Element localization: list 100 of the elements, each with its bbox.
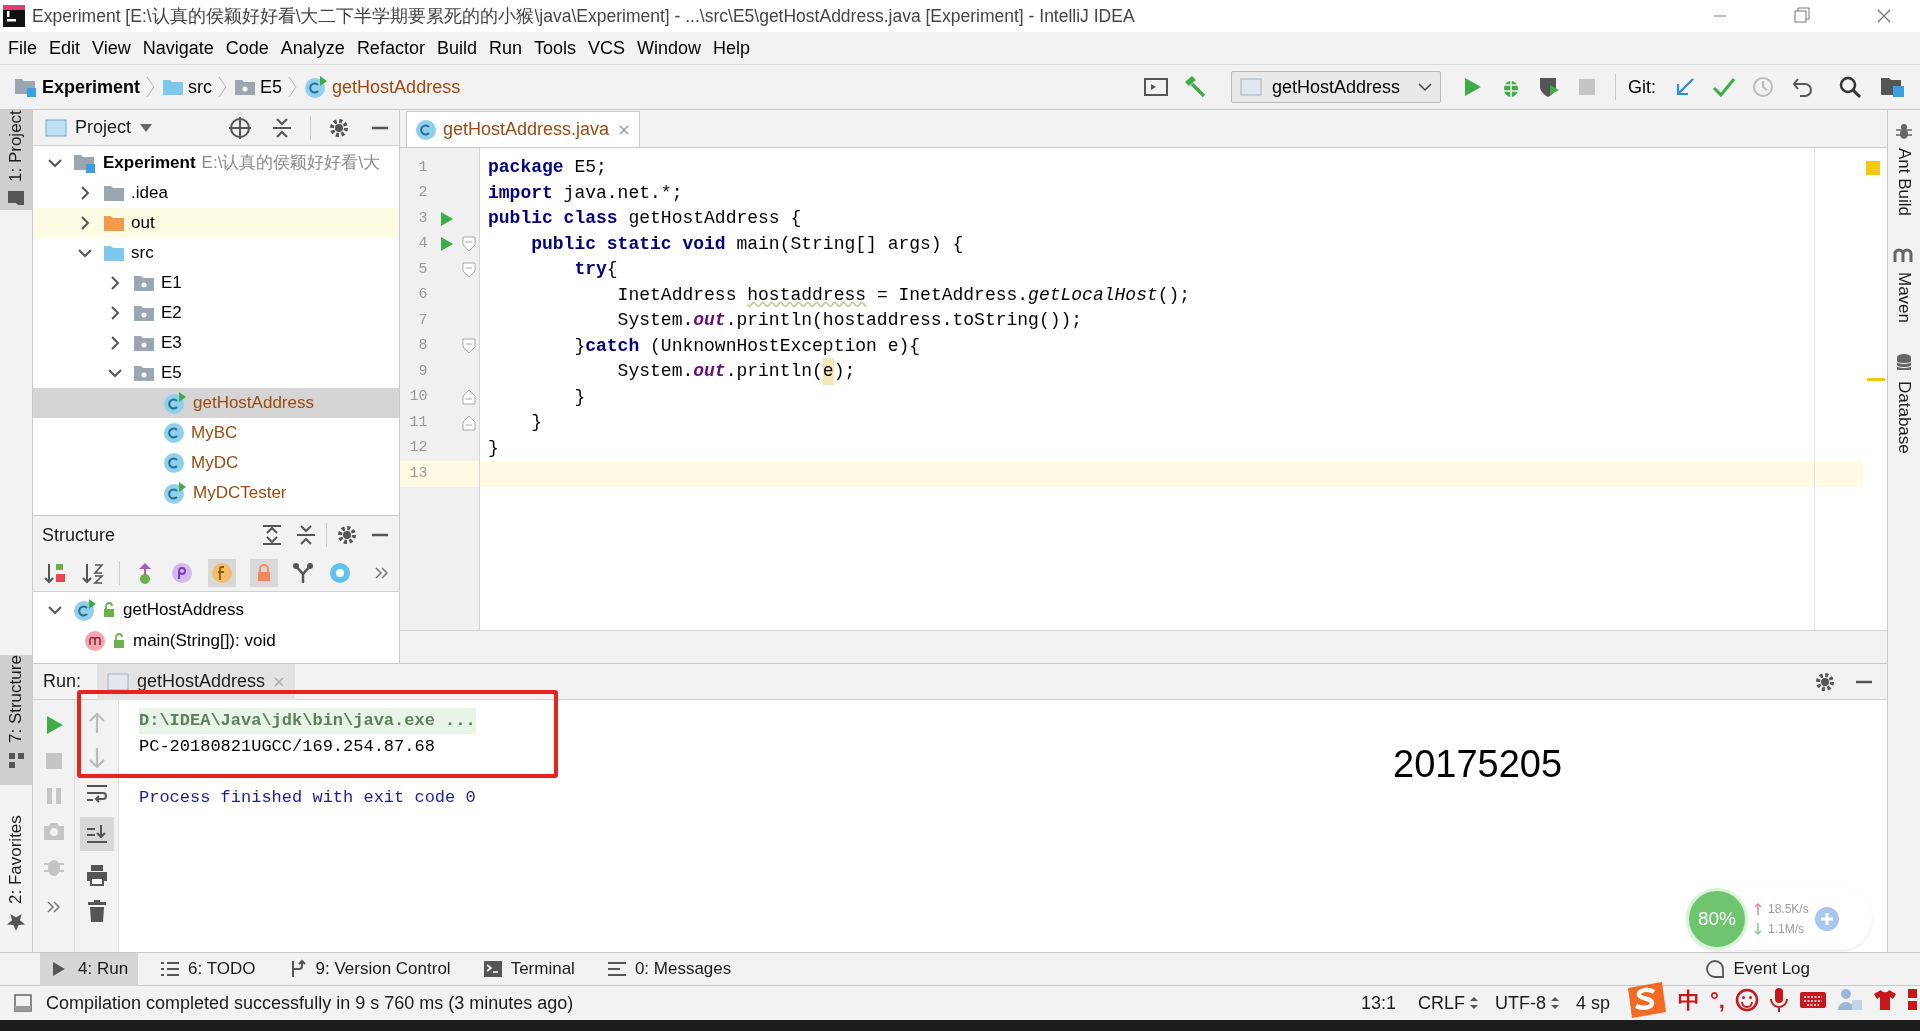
more-icon[interactable]: [374, 564, 390, 581]
collapse-all-icon[interactable]: [270, 115, 294, 140]
tree-item[interactable]: E2: [33, 298, 399, 328]
structure-item[interactable]: main(String[]): void: [33, 625, 399, 656]
tool-window-button[interactable]: 0: Messages: [596, 952, 742, 986]
menu-item[interactable]: Analyze: [274, 34, 351, 62]
tool-window-button[interactable]: 9: Version Control: [277, 952, 461, 986]
panel-title[interactable]: Project: [75, 114, 132, 141]
tool-window-tab[interactable]: Database: [1891, 353, 1917, 454]
line-separator-selector[interactable]: CRLF: [1417, 989, 1479, 1017]
upload-arrow-icon: [1754, 903, 1762, 915]
breadcrumb[interactable]: getHostAddress: [304, 73, 461, 101]
run-gutter-icon[interactable]: [440, 210, 455, 227]
search-icon[interactable]: [1838, 75, 1862, 99]
breadcrumb[interactable]: E5: [234, 73, 283, 101]
non-public-toggle[interactable]: [250, 558, 278, 587]
tool-window-tab[interactable]: 2: Favorites: [0, 815, 32, 945]
tool-window-tab[interactable]: 7: Structure: [0, 655, 32, 785]
folder-icon: [14, 77, 38, 97]
tree-item[interactable]: E1: [33, 268, 399, 298]
tree-item[interactable]: MyDC: [33, 448, 399, 478]
app-logo-icon: [3, 5, 25, 27]
git-label: Git:: [1628, 75, 1656, 99]
ime-punctuation[interactable]: °,: [1710, 983, 1725, 1017]
close-icon[interactable]: [617, 122, 632, 137]
line-number: 11: [409, 412, 428, 433]
hierarchy-icon[interactable]: [292, 561, 314, 584]
console-line: Process finished with exit code 0: [139, 787, 476, 810]
line-number: 4: [418, 234, 428, 254]
folder-icon: [133, 334, 155, 352]
menu-item[interactable]: Code: [219, 34, 275, 62]
keyboard-icon[interactable]: [1798, 990, 1827, 1010]
menu-item[interactable]: Navigate: [136, 34, 220, 62]
field-icon: [211, 561, 233, 584]
expand-all-icon[interactable]: [260, 523, 284, 547]
tree-item[interactable]: getHostAddress: [33, 388, 399, 418]
tool-window-tab[interactable]: 1: Project: [0, 110, 32, 210]
event-log-button[interactable]: Event Log: [1705, 952, 1810, 986]
run-config-dropdown[interactable]: getHostAddress: [1231, 71, 1441, 103]
menu-item[interactable]: Refactor: [350, 34, 431, 62]
project-structure-icon[interactable]: [1880, 75, 1906, 99]
print-icon[interactable]: [84, 864, 109, 886]
caret-position[interactable]: 13:1: [1360, 989, 1396, 1017]
menu-item[interactable]: VCS: [582, 34, 631, 62]
tree-item[interactable]: Experiment E:\认真的侯颖好好看\大: [33, 148, 399, 178]
indent-setting[interactable]: 4 sp: [1575, 989, 1610, 1017]
breadcrumb[interactable]: Experiment: [14, 73, 141, 101]
ime-mode[interactable]: 中: [1678, 983, 1700, 1017]
status-message: Compilation completed successfully in 9 s 760 ms (3 minutes ago): [46, 991, 574, 1015]
menu-item[interactable]: Edit: [43, 34, 87, 62]
tree-item[interactable]: MyDCTester: [33, 478, 399, 508]
code-line: try{: [573, 258, 619, 282]
tree-item[interactable]: E5: [33, 358, 399, 388]
more-icon[interactable]: [45, 899, 62, 915]
tree-item[interactable]: MyBC: [33, 418, 399, 448]
folder-icon: [133, 364, 155, 382]
encoding-selector[interactable]: UTF-8: [1494, 989, 1560, 1017]
emoji-icon[interactable]: [1734, 988, 1759, 1012]
settings-icon[interactable]: [335, 523, 359, 547]
editor-tab[interactable]: getHostAddress.java: [406, 111, 641, 147]
revert-icon[interactable]: [1792, 76, 1814, 98]
properties-icon[interactable]: [170, 560, 194, 585]
class-icon: [163, 482, 187, 504]
line-number: 9: [418, 361, 428, 382]
menu-item[interactable]: File: [2, 34, 43, 62]
code-line: InetAddress hostaddress = InetAddress.getLocalHost();: [616, 283, 1192, 307]
menu-item[interactable]: Tools: [527, 34, 582, 62]
vcs-update-icon[interactable]: [1674, 76, 1696, 98]
microphone-icon[interactable]: [1768, 987, 1789, 1013]
tree-item[interactable]: .idea: [33, 178, 399, 208]
scroll-to-end-toggle[interactable]: [79, 817, 114, 851]
shirt-icon[interactable]: [1872, 988, 1897, 1012]
line-number: 13: [409, 463, 428, 484]
menu-item[interactable]: Help: [707, 34, 757, 62]
menu-item[interactable]: View: [86, 34, 137, 62]
tool-window-button[interactable]: 6: TODO: [150, 952, 266, 986]
tool-windows-icon[interactable]: [14, 994, 32, 1012]
tool-window-button[interactable]: 4: Run: [40, 952, 139, 986]
tree-item[interactable]: out: [33, 208, 399, 238]
tree-item[interactable]: src: [33, 238, 399, 268]
menu-item[interactable]: Build: [430, 34, 483, 62]
frame-icon[interactable]: [1143, 76, 1169, 98]
vcs-commit-icon[interactable]: [1712, 76, 1736, 98]
line-number: 5: [418, 259, 428, 280]
fields-toggle[interactable]: [208, 558, 236, 587]
locate-icon[interactable]: [228, 115, 252, 140]
menu-item[interactable]: Run: [482, 34, 528, 62]
structure-item[interactable]: getHostAddress: [33, 594, 399, 625]
tool-window-button[interactable]: Terminal: [472, 952, 585, 986]
tool-window-tab[interactable]: Ant Build: [1891, 122, 1917, 217]
menu-item[interactable]: Window: [631, 34, 708, 62]
run-gutter-icon[interactable]: [440, 236, 455, 253]
trash-icon[interactable]: [85, 899, 108, 923]
coverage-icon[interactable]: [1537, 75, 1561, 99]
warning-marker[interactable]: [1866, 161, 1880, 175]
breadcrumb[interactable]: src: [162, 73, 213, 101]
tree-item[interactable]: E3: [33, 328, 399, 358]
collapse-all-icon[interactable]: [294, 523, 318, 547]
soft-wrap-icon[interactable]: [84, 782, 109, 804]
tool-window-tab[interactable]: Maven: [1891, 246, 1917, 324]
